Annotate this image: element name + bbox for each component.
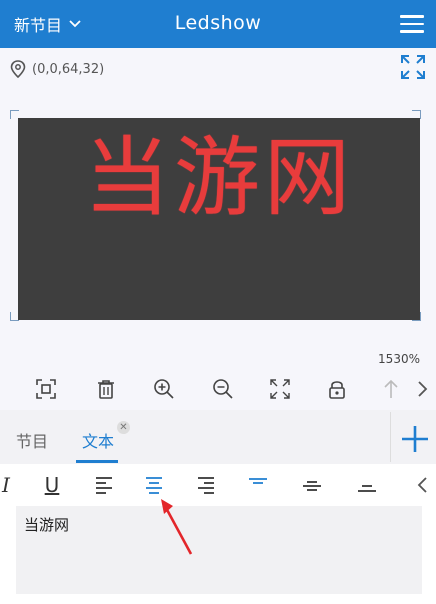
full-screen-icon[interactable] (267, 376, 293, 402)
editor-text: 当游网 (24, 516, 70, 534)
active-tab-indicator (76, 460, 118, 463)
chevron-left-icon[interactable] (412, 473, 432, 497)
fit-screen-icon[interactable] (33, 376, 59, 402)
canvas-toolbar (0, 372, 436, 408)
led-text: 当游网 (84, 128, 354, 228)
app-header: 新节目 Ledshow (0, 0, 436, 48)
tab-bar: 节目 文本 (0, 410, 436, 464)
valign-top-icon[interactable] (246, 473, 270, 497)
annotation-arrow-icon (155, 496, 199, 564)
add-icon[interactable] (400, 424, 430, 454)
align-right-icon[interactable] (194, 473, 218, 497)
delete-icon[interactable] (93, 376, 119, 402)
zoom-level: 1530% (378, 352, 420, 366)
italic-icon: I (2, 473, 10, 497)
underline-button[interactable]: U (40, 473, 64, 497)
arrow-up-icon[interactable] (378, 376, 404, 402)
align-center-icon[interactable] (142, 473, 166, 497)
align-left-icon[interactable] (92, 473, 116, 497)
zoom-in-icon[interactable] (151, 376, 177, 402)
menu-icon[interactable] (400, 12, 424, 34)
lock-icon[interactable] (324, 376, 350, 402)
coordinates-text: (0,0,64,32) (32, 61, 105, 77)
app-title: Ledshow (174, 12, 262, 34)
led-screen[interactable]: 当游网 (18, 118, 420, 320)
zoom-out-icon[interactable] (210, 376, 236, 402)
close-icon[interactable]: ✕ (117, 421, 130, 434)
tab-text[interactable]: 文本 (82, 428, 114, 452)
expand-icon[interactable] (400, 54, 426, 84)
divider (390, 412, 391, 462)
italic-button[interactable]: I (0, 473, 18, 497)
format-bar: I U (0, 465, 436, 505)
tab-program[interactable]: 节目 (16, 428, 48, 452)
valign-bottom-icon[interactable] (355, 473, 379, 497)
valign-middle-icon[interactable] (300, 473, 324, 497)
chevron-right-icon[interactable] (412, 376, 432, 402)
location-pin-icon (10, 60, 26, 78)
underline-icon: U (44, 473, 60, 497)
text-editor[interactable]: 当游网 (16, 506, 422, 594)
coordinates: (0,0,64,32) (10, 60, 104, 78)
